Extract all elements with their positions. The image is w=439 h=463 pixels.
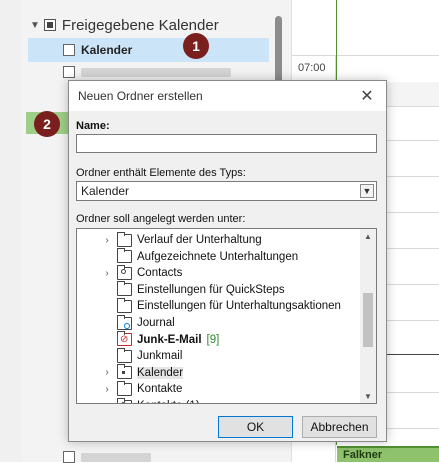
- callout-badge-1: 1: [183, 33, 209, 59]
- tree-item[interactable]: Journal: [77, 314, 175, 331]
- tree-item[interactable]: › Kalender: [77, 364, 184, 381]
- tree-item[interactable]: › Verlauf der Unterhaltung: [77, 231, 262, 248]
- folder-icon: [117, 297, 132, 313]
- journal-icon: [117, 314, 132, 330]
- tree-scrollbar[interactable]: ▲ ▼: [360, 229, 376, 403]
- calendar-icon: [117, 364, 132, 380]
- item-type-value: Kalender: [81, 184, 130, 198]
- ok-button[interactable]: OK: [218, 416, 293, 438]
- close-icon[interactable]: ✕: [356, 85, 378, 107]
- tree-item[interactable]: › Contacts: [77, 264, 183, 281]
- folder-icon: [117, 231, 132, 247]
- tree-item-label: Aufgezeichnete Unterhaltungen: [137, 250, 299, 263]
- folder-icon: [117, 281, 132, 297]
- new-folder-dialog: Neuen Ordner erstellen ✕ Name: Ordner en…: [68, 80, 387, 442]
- folder-icon: [117, 347, 132, 363]
- tree-item-label: Junk-E-Mail: [137, 333, 202, 346]
- tree-item-label: Journal: [137, 317, 175, 329]
- name-label: Name:: [76, 120, 110, 132]
- tree-item[interactable]: Junkmail: [77, 347, 183, 364]
- scrollbar-thumb[interactable]: [275, 16, 282, 88]
- calendar-event[interactable]: Falkner: [337, 446, 439, 462]
- calendar-item-kalender[interactable]: Kalender: [28, 38, 269, 62]
- scroll-down-icon[interactable]: ▼: [360, 389, 376, 403]
- time-label: 07:00: [298, 62, 326, 74]
- shared-calendars-group[interactable]: ▼ Freigegebene Kalender: [30, 14, 219, 36]
- tree-item-label: Contacts: [137, 267, 183, 280]
- dialog-titlebar[interactable]: Neuen Ordner erstellen ✕: [69, 81, 386, 111]
- scrollbar-thumb[interactable]: [363, 293, 373, 347]
- location-label: Ordner soll angelegt werden unter:: [76, 213, 246, 225]
- chevron-down-icon[interactable]: ▼: [360, 184, 374, 198]
- tree-item[interactable]: Kontakte (1): [77, 397, 200, 403]
- chevron-right-icon[interactable]: ›: [100, 235, 114, 246]
- calendar-checkbox[interactable]: [63, 66, 75, 78]
- tree-item-label: Junkmail: [137, 350, 183, 363]
- folder-name-input[interactable]: [76, 134, 377, 153]
- tree-item-label: Einstellungen für QuickSteps: [137, 283, 285, 296]
- cancel-button[interactable]: Abbrechen: [302, 416, 377, 438]
- tree-item[interactable]: Aufgezeichnete Unterhaltungen: [77, 248, 299, 265]
- chevron-right-icon[interactable]: ›: [100, 384, 114, 395]
- tree-item-label: Einstellungen für Unterhaltungsaktionen: [137, 300, 341, 313]
- unread-count: [9]: [206, 333, 220, 346]
- junk-mail-icon: ⊘: [117, 331, 132, 347]
- tree-item-label: Verlauf der Unterhaltung: [137, 234, 262, 246]
- folder-icon: [117, 380, 132, 396]
- type-label: Ordner enthält Elemente des Typs:: [76, 167, 246, 179]
- calendar-label: Kalender: [81, 43, 133, 57]
- tree-item[interactable]: ⊘ Junk-E-Mail [9]: [77, 331, 220, 348]
- chevron-right-icon[interactable]: ›: [100, 268, 114, 279]
- redacted-label: [81, 67, 231, 77]
- item-type-select[interactable]: Kalender ▼: [76, 181, 377, 201]
- contacts-icon: [117, 264, 132, 280]
- calendar-item-redacted[interactable]: [63, 451, 151, 463]
- navigation-strip: [0, 0, 22, 462]
- callout-badge-2: 2: [34, 111, 60, 137]
- tree-item-label: Kalender: [137, 366, 184, 379]
- dialog-title: Neuen Ordner erstellen: [78, 89, 203, 103]
- calendar-item-redacted[interactable]: [63, 66, 231, 78]
- chevron-down-icon[interactable]: ▼: [30, 20, 40, 31]
- folder-tree[interactable]: › Verlauf der Unterhaltung Aufgezeichnete …: [76, 228, 377, 404]
- group-checkbox[interactable]: [43, 19, 56, 31]
- calendar-checkbox[interactable]: [63, 451, 75, 463]
- tree-item[interactable]: Einstellungen für QuickSteps: [77, 281, 285, 298]
- folder-icon: [117, 248, 132, 264]
- calendar-checkbox[interactable]: [63, 44, 75, 56]
- tree-item-label: Kontakte (1): [137, 400, 200, 403]
- tree-item-label: Kontakte: [137, 383, 183, 396]
- scroll-up-icon[interactable]: ▲: [360, 229, 376, 243]
- tree-item[interactable]: Einstellungen für Unterhaltungsaktionen: [77, 297, 341, 314]
- group-title: Freigegebene Kalender: [61, 16, 219, 34]
- redacted-label: [81, 452, 151, 462]
- chevron-right-icon[interactable]: ›: [100, 367, 114, 378]
- contacts-icon: [117, 397, 132, 403]
- tree-item[interactable]: › Kontakte: [77, 380, 183, 397]
